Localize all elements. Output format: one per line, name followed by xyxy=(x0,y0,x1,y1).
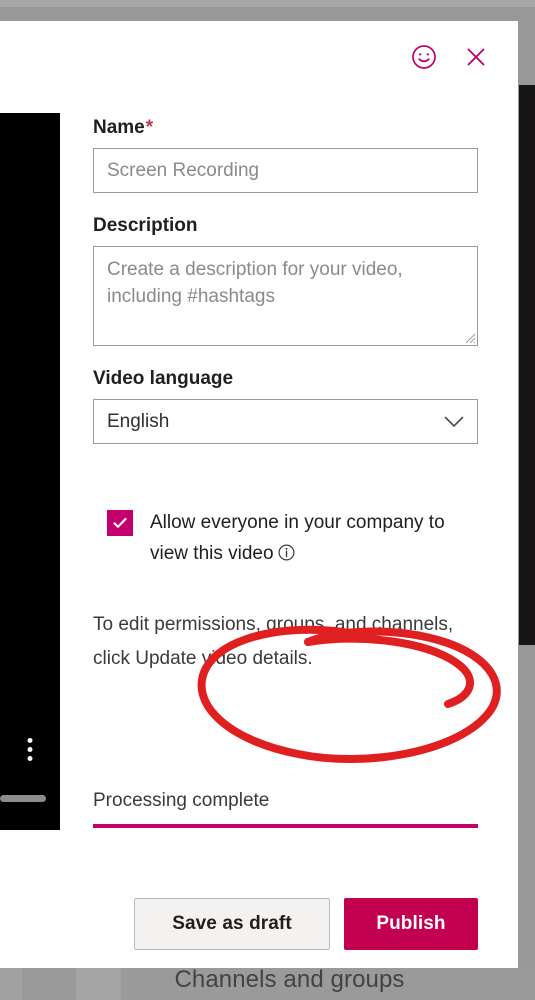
allow-everyone-checkbox-row[interactable]: Allow everyone in your company to view t… xyxy=(93,507,478,571)
close-x-icon-svg xyxy=(467,48,485,66)
more-dot xyxy=(27,738,33,743)
video-details-dialog: Name* Description Video language English xyxy=(0,21,518,968)
allow-everyone-label-text: Allow everyone in your company to view t… xyxy=(150,512,445,564)
publish-button[interactable]: Publish xyxy=(344,898,478,950)
recorder-left-panel xyxy=(0,113,60,830)
name-input[interactable] xyxy=(93,148,478,193)
more-vertical-icon[interactable] xyxy=(27,738,33,761)
name-required-marker: * xyxy=(145,117,154,138)
video-language-selected-value: English xyxy=(107,410,170,432)
description-input[interactable] xyxy=(93,246,478,346)
save-as-draft-button[interactable]: Save as draft xyxy=(134,898,330,950)
drag-handle-bar[interactable] xyxy=(0,795,46,802)
smiley-face-icon-svg xyxy=(412,45,436,69)
video-language-select-wrap: English xyxy=(93,399,478,444)
description-label: Description xyxy=(93,215,198,236)
checkmark-icon xyxy=(113,517,127,528)
more-dot xyxy=(27,756,33,761)
info-circle-icon[interactable] xyxy=(278,540,295,571)
name-label-text: Name xyxy=(93,117,145,138)
processing-progress-block: Processing complete xyxy=(93,790,478,828)
dialog-actions: Save as draft Publish xyxy=(93,898,478,950)
background-channels-and-groups-label: Channels and groups xyxy=(0,966,535,994)
allow-everyone-label: Allow everyone in your company to view t… xyxy=(150,507,450,571)
background-right-dark-panel xyxy=(519,85,535,645)
video-language-label: Video language xyxy=(93,368,234,389)
video-language-select[interactable]: English xyxy=(93,399,478,444)
dialog-header xyxy=(409,21,518,93)
allow-everyone-checkbox[interactable] xyxy=(107,510,133,536)
dialog-body: Name* Description Video language English xyxy=(93,117,478,676)
progress-track xyxy=(93,824,478,828)
close-x-icon[interactable] xyxy=(461,42,491,72)
description-textarea-wrap xyxy=(93,246,478,346)
background-top-strip xyxy=(0,0,535,7)
processing-status-text: Processing complete xyxy=(93,790,270,811)
more-dot xyxy=(27,747,33,752)
update-video-details-note: To edit permissions, groups, and channel… xyxy=(93,614,454,669)
name-label: Name* xyxy=(93,117,478,139)
background-channels-and-groups-text: Channels and groups xyxy=(174,966,405,993)
info-circle-icon-svg xyxy=(278,544,295,561)
smiley-face-icon[interactable] xyxy=(409,42,439,72)
progress-fill xyxy=(93,824,478,828)
